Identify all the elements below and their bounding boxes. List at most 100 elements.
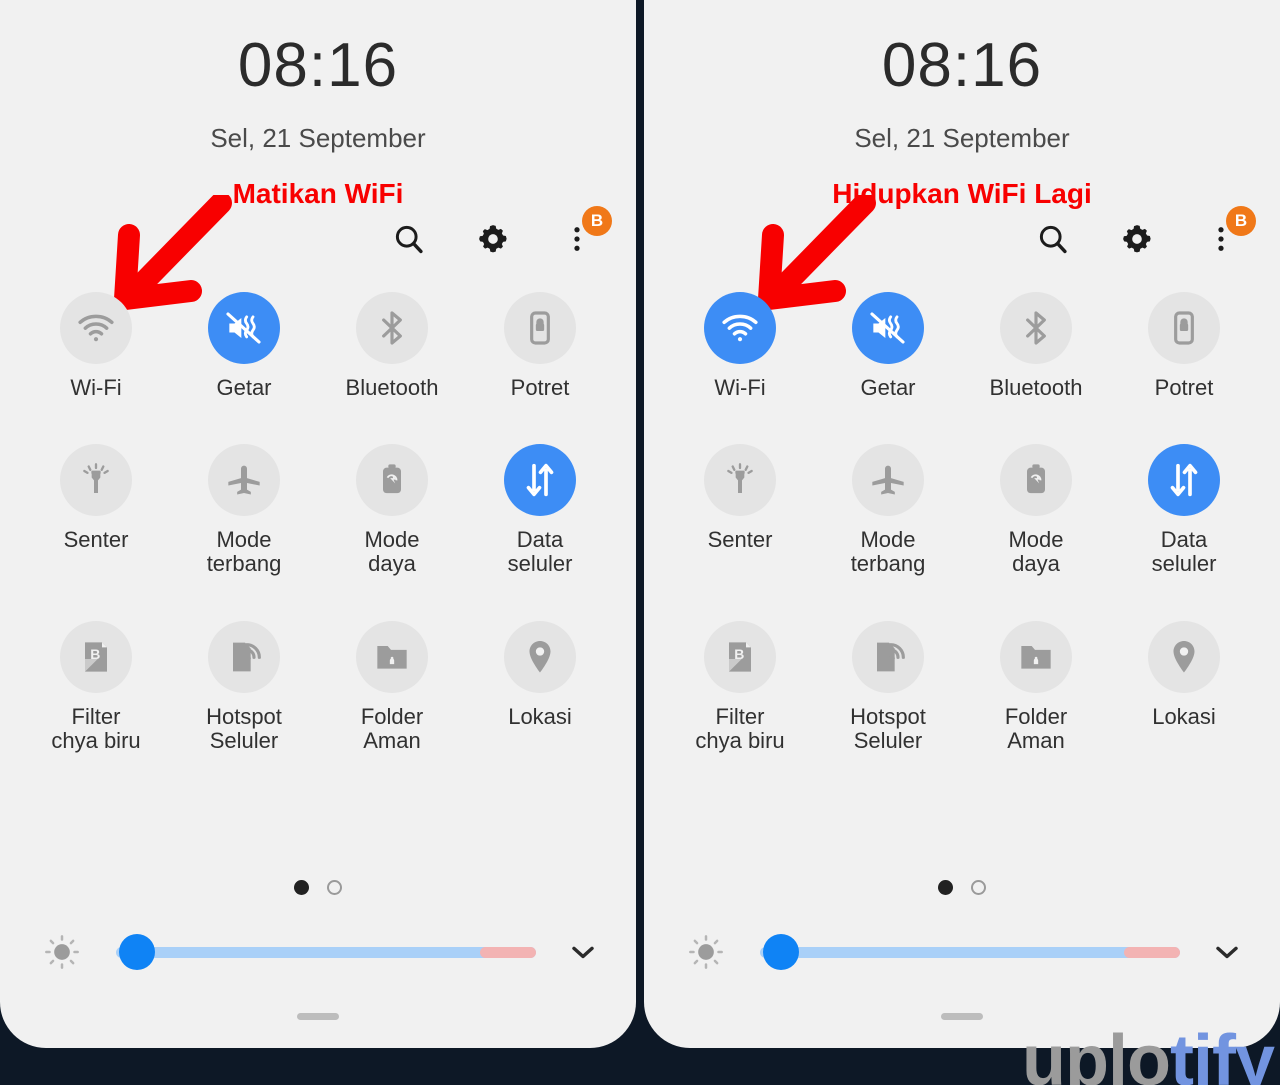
flashlight-icon xyxy=(727,463,753,494)
quick-tile-bluetooth[interactable]: Bluetooth xyxy=(962,292,1110,400)
airplane-icon xyxy=(228,465,260,495)
quick-tile-circle[interactable] xyxy=(504,444,576,517)
wifi-icon xyxy=(722,314,758,342)
svg-text:B: B xyxy=(734,646,744,662)
clock: 08:16 xyxy=(237,31,399,100)
quick-tile-circle[interactable] xyxy=(60,292,132,364)
bluetooth-icon xyxy=(382,311,402,345)
quick-tile-circle[interactable] xyxy=(504,292,576,364)
quick-tile-lokasi[interactable]: Lokasi xyxy=(466,620,614,753)
annotation-text: Hidupkan WiFi Lagi xyxy=(832,178,1092,209)
quick-tile-circle[interactable] xyxy=(852,620,924,693)
quick-tile-circle[interactable] xyxy=(208,292,280,364)
quick-tile-circle[interactable] xyxy=(704,292,776,364)
status-badge: B xyxy=(582,206,612,236)
quick-tile-wi-fi[interactable]: Wi-Fi xyxy=(666,292,814,400)
panel-actions: B xyxy=(1032,206,1256,260)
quick-tile-circle[interactable] xyxy=(1148,620,1220,693)
slider-thumb[interactable] xyxy=(763,934,800,970)
quick-tile-label: Mode terbang xyxy=(850,527,926,577)
quick-tile-hotspot-seluler[interactable]: Hotspot Seluler xyxy=(170,620,318,753)
settings-button[interactable] xyxy=(1116,218,1158,260)
quick-tiles-grid: Wi-Fi Getar Bluetooth Potret Senter Mode terb… xyxy=(666,292,1258,753)
quick-tile-potret[interactable]: Potret xyxy=(466,292,614,400)
power-saving-icon xyxy=(1027,464,1045,494)
quick-tile-circle[interactable] xyxy=(852,292,924,364)
vibrate-icon xyxy=(226,312,261,344)
quick-tile-circle[interactable] xyxy=(1148,444,1220,517)
page-dot-2[interactable] xyxy=(971,880,986,895)
svg-text:B: B xyxy=(90,646,100,662)
date-label: Sel, 21 September xyxy=(210,123,426,153)
quick-tile-wi-fi[interactable]: Wi-Fi xyxy=(22,292,170,400)
quick-tile-filter-chya-biru[interactable]: B Filter chya biru xyxy=(22,620,170,753)
wifi-icon xyxy=(78,314,114,342)
quick-tile-mode-terbang[interactable]: Mode terbang xyxy=(170,444,318,576)
quick-tile-circle[interactable] xyxy=(1000,292,1072,364)
more-options-button[interactable]: B xyxy=(556,206,612,260)
quick-tile-folder-aman[interactable]: Folder Aman xyxy=(318,620,466,753)
quick-tile-circle[interactable]: B xyxy=(60,620,132,693)
quick-tile-hotspot-seluler[interactable]: Hotspot Seluler xyxy=(814,620,962,753)
quick-tile-circle[interactable] xyxy=(208,620,280,693)
quick-tile-circle[interactable] xyxy=(356,444,428,517)
quick-tile-bluetooth[interactable]: Bluetooth xyxy=(318,292,466,400)
home-handle[interactable] xyxy=(941,1013,983,1020)
quick-tile-circle[interactable]: B xyxy=(704,620,776,693)
gear-icon xyxy=(479,225,507,253)
quick-tile-circle[interactable] xyxy=(60,444,132,517)
quick-tile-getar[interactable]: Getar xyxy=(170,292,318,400)
page-dot-1[interactable] xyxy=(294,880,309,895)
expand-button[interactable] xyxy=(552,934,614,970)
more-options-button[interactable]: B xyxy=(1200,206,1256,260)
quick-tile-getar[interactable]: Getar xyxy=(814,292,962,400)
quick-tile-label: Mode daya xyxy=(364,527,420,577)
search-button[interactable] xyxy=(1032,218,1074,260)
quick-tile-potret[interactable]: Potret xyxy=(1110,292,1258,400)
slider-track[interactable] xyxy=(760,946,1180,958)
quick-tile-label: Lokasi xyxy=(508,703,572,729)
quick-tile-filter-chya-biru[interactable]: B Filter chya biru xyxy=(666,620,814,753)
power-saving-icon xyxy=(383,464,401,494)
quick-tile-folder-aman[interactable]: Folder Aman xyxy=(962,620,1110,753)
status-badge: B xyxy=(1226,206,1256,236)
home-handle[interactable] xyxy=(297,1013,339,1020)
vibrate-icon xyxy=(870,312,905,344)
quick-tile-label: Wi-Fi xyxy=(714,375,766,400)
quick-tile-circle[interactable] xyxy=(852,444,924,517)
quick-tile-circle[interactable] xyxy=(356,292,428,364)
clock: 08:16 xyxy=(881,31,1043,100)
quick-tile-circle[interactable] xyxy=(704,444,776,517)
quick-tile-circle[interactable] xyxy=(504,620,576,693)
quick-settings-panel-left: 08:16 Sel, 21 September Matikan WiFi B Wi-Fi… xyxy=(0,0,636,1048)
slider-thumb[interactable] xyxy=(119,934,156,970)
quick-tile-circle[interactable] xyxy=(1000,620,1072,693)
location-pin-icon xyxy=(529,640,551,673)
page-dot-1[interactable] xyxy=(938,880,953,895)
quick-tile-circle[interactable] xyxy=(1148,292,1220,364)
quick-tile-mode-terbang[interactable]: Mode terbang xyxy=(814,444,962,576)
quick-tile-lokasi[interactable]: Lokasi xyxy=(1110,620,1258,753)
quick-tile-label: Lokasi xyxy=(1152,703,1216,729)
expand-button[interactable] xyxy=(1196,934,1258,970)
quick-tile-label: Data seluler xyxy=(1151,527,1217,577)
brightness-slider[interactable] xyxy=(746,932,1180,972)
date-label: Sel, 21 September xyxy=(854,123,1070,153)
quick-tile-senter[interactable]: Senter xyxy=(666,444,814,576)
quick-tile-label: Getar xyxy=(216,375,272,400)
quick-tile-data-seluler[interactable]: Data seluler xyxy=(1110,444,1258,576)
quick-tile-mode-daya[interactable]: Mode daya xyxy=(962,444,1110,576)
search-button[interactable] xyxy=(388,218,430,260)
screen-rotation-icon xyxy=(530,311,550,345)
brightness-slider[interactable] xyxy=(102,932,536,972)
quick-tile-mode-daya[interactable]: Mode daya xyxy=(318,444,466,576)
quick-tile-circle[interactable] xyxy=(1000,444,1072,517)
panel-actions: B xyxy=(388,206,612,260)
quick-tile-circle[interactable] xyxy=(356,620,428,693)
quick-tile-circle[interactable] xyxy=(208,444,280,517)
quick-tile-data-seluler[interactable]: Data seluler xyxy=(466,444,614,576)
page-dot-2[interactable] xyxy=(327,880,342,895)
slider-track[interactable] xyxy=(116,946,536,958)
settings-button[interactable] xyxy=(472,218,514,260)
quick-tile-senter[interactable]: Senter xyxy=(22,444,170,576)
